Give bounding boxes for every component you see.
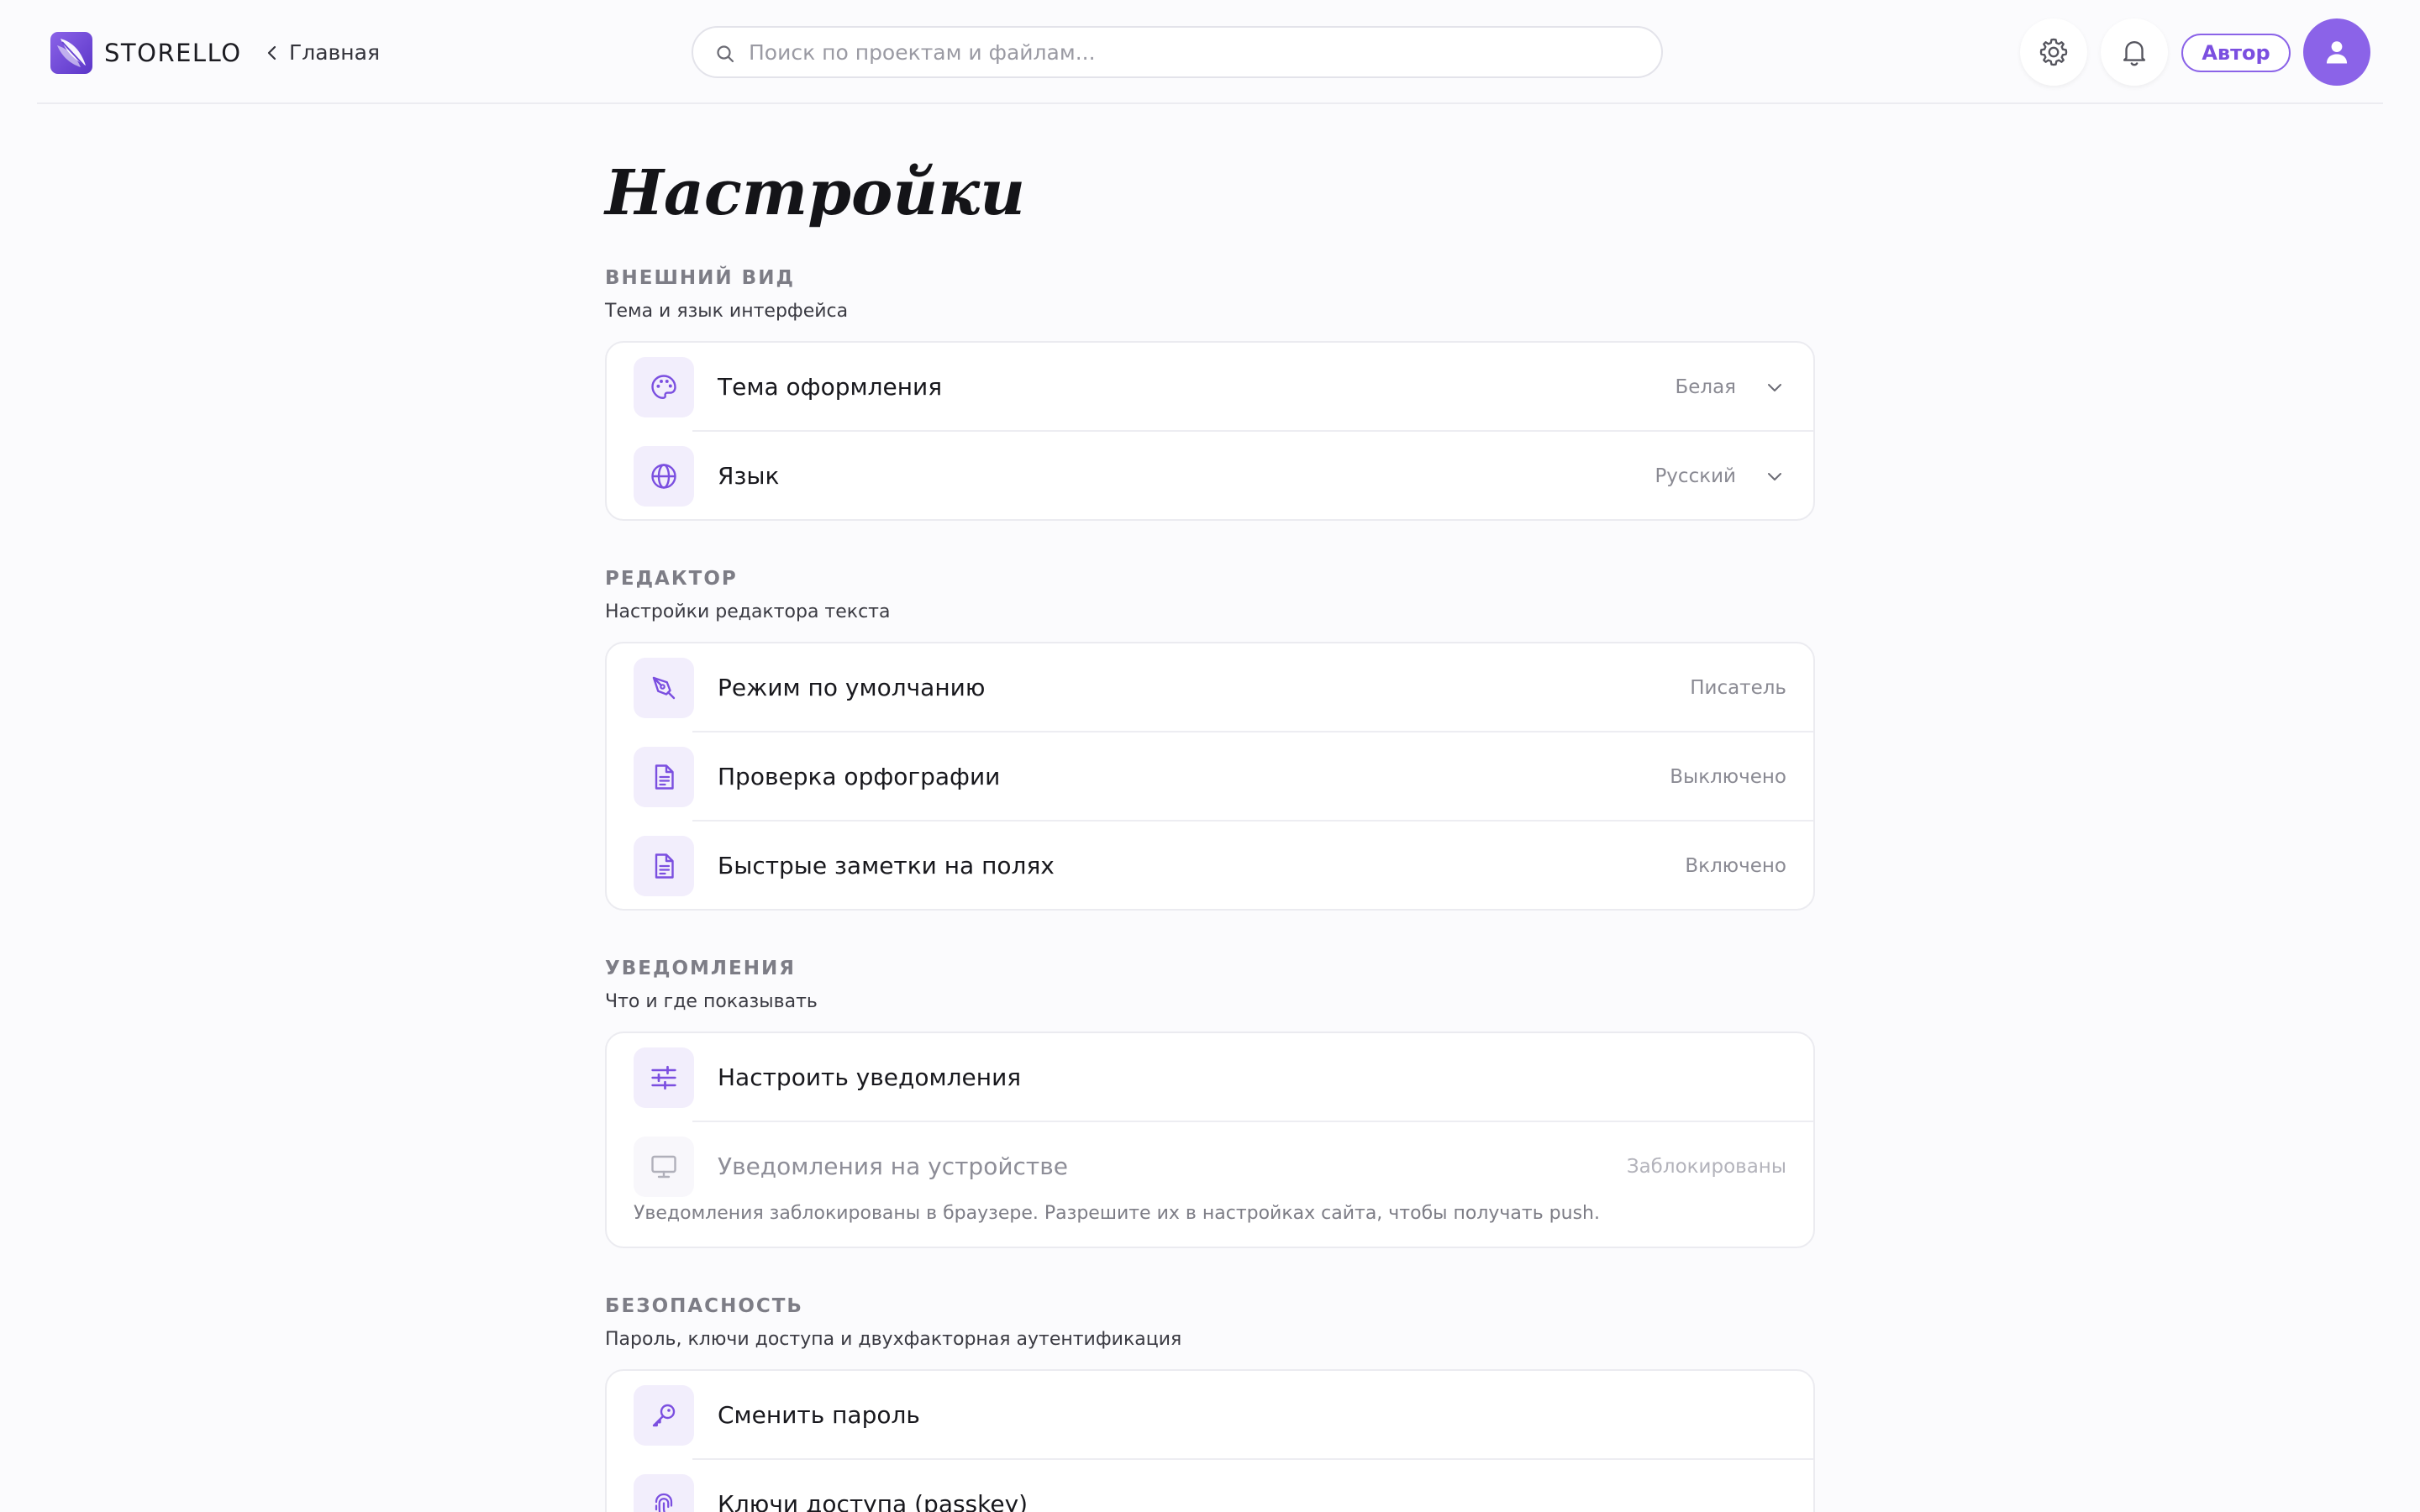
configure-notifications-icon-box [634, 1047, 694, 1108]
user-icon [2326, 41, 2348, 64]
back-to-home-link[interactable]: Главная [266, 37, 380, 69]
theme-label: Тема оформления [718, 373, 943, 401]
brand-name: STORELLO [104, 39, 242, 67]
feather-logo-icon [57, 39, 86, 67]
editor-card: Режим по умолчанию Писатель Проверка орф… [605, 642, 1815, 911]
search-icon [717, 45, 734, 63]
default-mode-icon-box [634, 658, 694, 718]
pen-tool-icon [652, 676, 676, 700]
settings-page: STORELLO Главная Авто [0, 0, 2420, 1512]
language-row[interactable]: Язык Русский [607, 432, 1813, 521]
bell-icon [2123, 40, 2146, 66]
configure-notifications-row[interactable]: Настроить уведомления [607, 1033, 1813, 1122]
chevron-left-icon [267, 45, 276, 60]
search-input[interactable] [749, 34, 1639, 70]
default-mode-row[interactable]: Режим по умолчанию Писатель [607, 643, 1813, 732]
theme-icon-box [634, 357, 694, 417]
appearance-card: Тема оформления Белая Язык Русский [605, 341, 1815, 521]
chevron-down-icon[interactable] [1765, 377, 1785, 397]
passkeys-row[interactable]: Ключи доступа (passkey) [607, 1460, 1813, 1512]
spellcheck-icon-box [634, 747, 694, 807]
device-notifications-icon-box [634, 1137, 694, 1197]
document-icon [655, 853, 674, 879]
chevron-down-icon[interactable] [1765, 466, 1785, 486]
theme-row[interactable]: Тема оформления Белая [607, 343, 1813, 432]
document-icon [655, 764, 674, 790]
spellcheck-row[interactable]: Проверка орфографии Выключено [607, 732, 1813, 822]
margin-notes-value: Включено [1685, 855, 1786, 877]
change-password-row[interactable]: Сменить пароль [607, 1371, 1813, 1460]
palette-icon [651, 375, 676, 399]
language-icon-box [634, 446, 694, 507]
margin-notes-row[interactable]: Быстрые заметки на полях Включено [607, 822, 1813, 911]
theme-value: Белая [1675, 376, 1736, 398]
margin-notes-label: Быстрые заметки на полях [718, 852, 1055, 879]
spellcheck-label: Проверка орфографии [718, 763, 1001, 790]
back-link-label: Главная [289, 40, 380, 65]
section-title-security: БЕЗОПАСНОСТЬ [605, 1295, 803, 1317]
device-notifications-label: Уведомления на устройстве [718, 1152, 1068, 1180]
sliders-icon [651, 1065, 676, 1090]
default-mode-label: Режим по умолчанию [718, 674, 986, 701]
gear-icon [2039, 38, 2068, 66]
key-icon [652, 1404, 676, 1427]
device-notifications-status: Заблокированы [1626, 1156, 1786, 1178]
default-mode-value: Писатель [1690, 677, 1786, 699]
role-badge[interactable]: Автор [2181, 34, 2291, 72]
security-card: Сменить пароль Ключи доступа (passkey) [605, 1369, 1815, 1512]
language-label: Язык [718, 462, 780, 490]
change-password-icon-box [634, 1385, 694, 1446]
section-title-editor: РЕДАКТОР [605, 568, 738, 590]
blocked-notifications-note: Уведомления заблокированы в браузере. Ра… [634, 1203, 1600, 1224]
section-subtitle-editor: Настройки редактора текста [605, 601, 891, 622]
settings-button[interactable] [2020, 18, 2087, 86]
margin-notes-icon-box [634, 836, 694, 896]
section-subtitle-appearance: Тема и язык интерфейса [605, 301, 849, 322]
monitor-icon [651, 1155, 676, 1179]
top-header: STORELLO Главная Авто [37, 0, 2383, 104]
passkeys-label: Ключи доступа (passkey) [718, 1490, 1028, 1512]
search-bar[interactable] [692, 26, 1663, 78]
section-subtitle-security: Пароль, ключи доступа и двухфакторная ау… [605, 1329, 1182, 1350]
page-title: Настройки [605, 157, 1026, 229]
language-value: Русский [1655, 465, 1736, 487]
notifications-card: Настроить уведомления Уведомления на уст… [605, 1032, 1815, 1248]
configure-notifications-label: Настроить уведомления [718, 1063, 1022, 1091]
user-avatar[interactable] [2303, 18, 2370, 86]
section-subtitle-notifications: Что и где показывать [605, 991, 818, 1012]
notifications-button[interactable] [2101, 18, 2168, 86]
spellcheck-value: Выключено [1670, 766, 1786, 788]
logo[interactable] [50, 32, 92, 74]
section-title-appearance: ВНЕШНИЙ ВИД [605, 267, 795, 289]
globe-icon [651, 464, 676, 489]
device-notifications-row: Уведомления на устройстве Заблокированы [607, 1122, 1813, 1211]
fingerprint-icon [655, 1493, 673, 1512]
section-title-notifications: УВЕДОМЛЕНИЯ [605, 958, 796, 979]
passkeys-icon-box [634, 1474, 694, 1512]
change-password-label: Сменить пароль [718, 1401, 920, 1429]
